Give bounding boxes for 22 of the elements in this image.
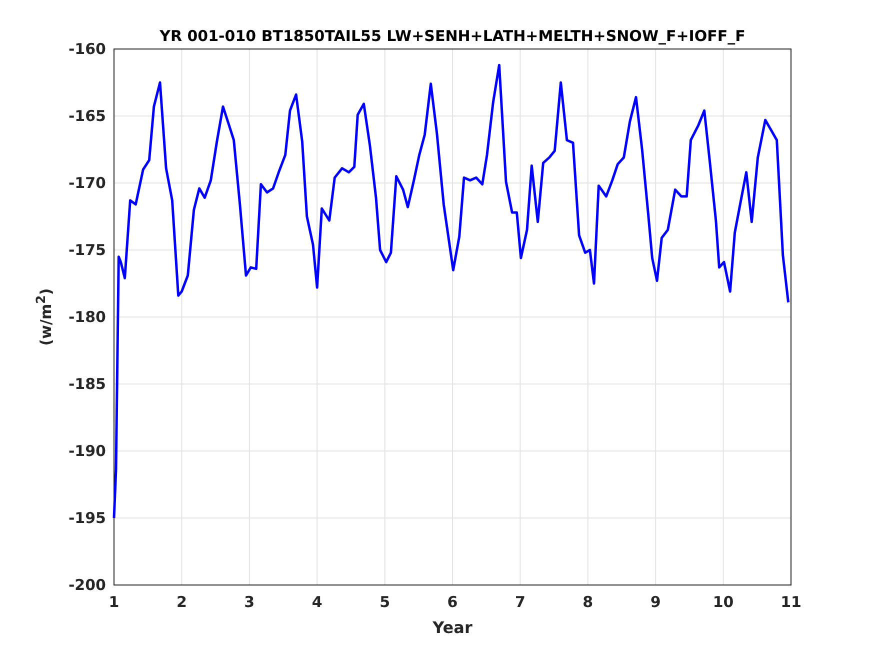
y-tick-label: -165 <box>68 107 106 125</box>
x-tick-label: 8 <box>582 593 594 611</box>
x-tick-label: 2 <box>176 593 187 611</box>
x-axis-label: Year <box>432 618 472 637</box>
y-tick-label: -180 <box>68 308 106 326</box>
x-tick-label: 9 <box>650 593 661 611</box>
y-tick-label: -175 <box>68 241 106 259</box>
y-tick-label: -190 <box>68 442 106 460</box>
y-tick-label: -195 <box>68 509 106 527</box>
y-tick-label: -160 <box>68 40 106 58</box>
x-tick-label: 3 <box>244 593 255 611</box>
x-tick-label: 7 <box>514 593 526 611</box>
y-tick-label: -170 <box>68 174 106 192</box>
x-tick-label: 5 <box>380 593 390 611</box>
x-tick-label: 10 <box>712 593 734 611</box>
x-tick-label: 11 <box>780 593 802 611</box>
x-tick-label: 4 <box>312 593 322 611</box>
y-tick-label: -185 <box>68 375 106 393</box>
x-tick-label: 1 <box>108 593 120 611</box>
y-tick-label: -200 <box>68 576 106 594</box>
chart-title: YR 001-010 BT1850TAIL55 LW+SENH+LATH+MELTH+SNOW_F+IOFF_F <box>160 27 746 45</box>
x-tick-label: 6 <box>447 593 458 611</box>
